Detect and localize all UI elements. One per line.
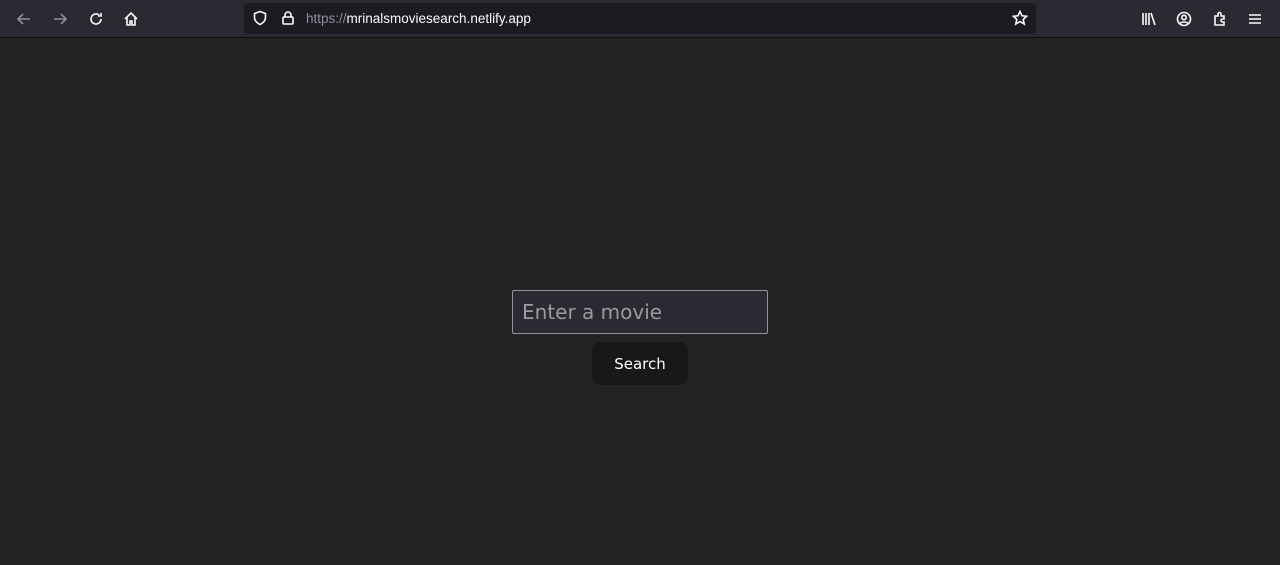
reload-icon[interactable] [85, 8, 107, 30]
forward-icon[interactable] [49, 8, 71, 30]
library-icon[interactable] [1138, 8, 1160, 30]
shield-icon[interactable] [249, 7, 271, 29]
home-icon[interactable] [120, 8, 142, 30]
extensions-icon[interactable] [1209, 8, 1231, 30]
menu-icon[interactable] [1244, 8, 1266, 30]
browser-toolbar: https://mrinalsmoviesearch.netlify.app [0, 0, 1280, 38]
movie-search-input[interactable] [512, 290, 768, 334]
url-host: mrinalsmoviesearch.netlify.app [346, 11, 531, 26]
url-text[interactable]: https://mrinalsmoviesearch.netlify.app [306, 11, 531, 26]
search-button[interactable]: Search [592, 342, 688, 385]
account-icon[interactable] [1173, 8, 1195, 30]
star-icon[interactable] [1009, 7, 1031, 29]
address-bar[interactable]: https://mrinalsmoviesearch.netlify.app [244, 3, 1036, 34]
lock-icon[interactable] [277, 7, 299, 29]
url-scheme: https:// [306, 11, 347, 26]
back-icon[interactable] [13, 8, 35, 30]
